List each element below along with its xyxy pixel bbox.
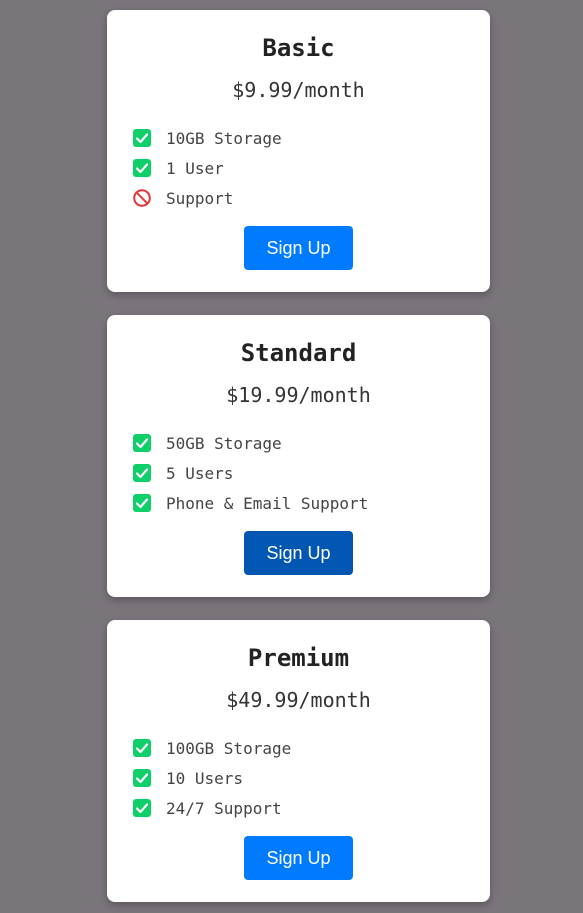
plan-card-basic: Basic $9.99/month 10GB Storage 1 User Su… [107, 10, 490, 292]
feature-item: 50GB Storage [132, 428, 368, 458]
prohibited-icon [132, 188, 152, 208]
feature-text: 50GB Storage [166, 433, 282, 453]
feature-text: 24/7 Support [166, 798, 282, 818]
plan-card-premium: Premium $49.99/month 100GB Storage 10 Us… [107, 620, 490, 902]
plan-price: $19.99/month [226, 383, 371, 407]
plan-card-standard: Standard $19.99/month 50GB Storage 5 Use… [107, 315, 490, 597]
feature-item: 24/7 Support [132, 793, 291, 823]
plan-title: Basic [262, 34, 335, 62]
check-icon [132, 128, 152, 148]
plan-price: $49.99/month [226, 688, 371, 712]
feature-item: 5 Users [132, 458, 368, 488]
feature-item: Phone & Email Support [132, 488, 368, 518]
check-icon [132, 493, 152, 513]
feature-text: Phone & Email Support [166, 493, 369, 513]
feature-list: 10GB Storage 1 User Support [132, 123, 282, 213]
feature-text: Support [166, 188, 234, 208]
sign-up-button[interactable]: Sign Up [244, 531, 353, 575]
feature-text: 10 Users [166, 768, 244, 788]
feature-list: 100GB Storage 10 Users 24/7 Support [132, 733, 291, 823]
feature-item: 1 User [132, 153, 282, 183]
feature-text: 10GB Storage [166, 128, 282, 148]
check-icon [132, 158, 152, 178]
check-icon [132, 433, 152, 453]
check-icon [132, 463, 152, 483]
sign-up-button[interactable]: Sign Up [244, 226, 353, 270]
feature-list: 50GB Storage 5 Users Phone & Email Suppo… [132, 428, 368, 518]
plan-title: Standard [240, 339, 357, 367]
feature-item: 10 Users [132, 763, 291, 793]
feature-item: Support [132, 183, 282, 213]
feature-item: 10GB Storage [132, 123, 282, 153]
plan-title: Premium [247, 644, 350, 672]
plan-price: $9.99/month [232, 78, 365, 102]
feature-item: 100GB Storage [132, 733, 291, 763]
pricing-page: { "plans": [ { "title": "Basic", "price"… [0, 0, 583, 913]
feature-text: 1 User [166, 158, 224, 178]
check-icon [132, 798, 152, 818]
check-icon [132, 738, 152, 758]
feature-text: 100GB Storage [166, 738, 292, 758]
check-icon [132, 768, 152, 788]
sign-up-button[interactable]: Sign Up [244, 836, 353, 880]
feature-text: 5 Users [166, 463, 234, 483]
